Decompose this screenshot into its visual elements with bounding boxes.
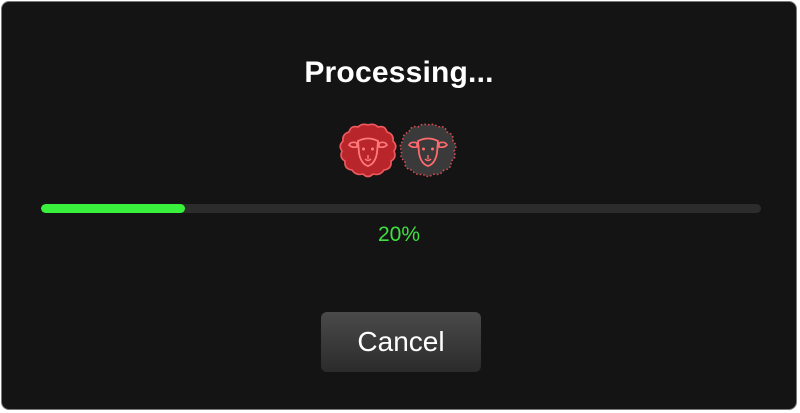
progress-fill [41, 204, 185, 213]
dialog-title: Processing... [304, 56, 494, 89]
progress-percent: 20% [377, 223, 421, 246]
sheep-icon [399, 123, 457, 178]
cancel-button[interactable]: Cancel [321, 312, 481, 372]
progress-bar [41, 204, 761, 213]
sheep-icon [339, 123, 397, 178]
processing-dialog: Processing... 20% Cancel [1, 1, 797, 410]
status-icons [338, 120, 460, 180]
